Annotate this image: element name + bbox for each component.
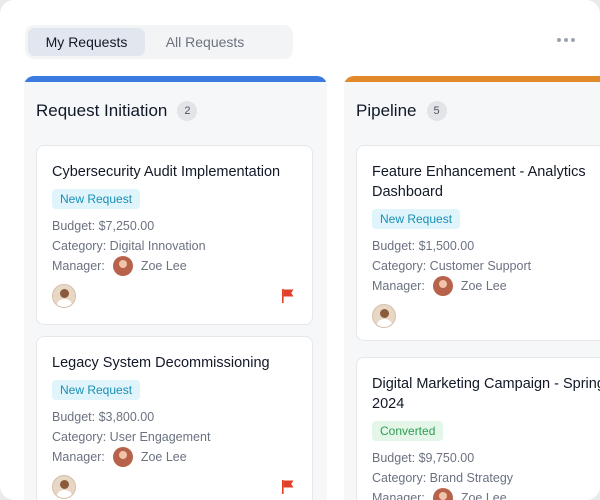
- card-footer: [52, 284, 297, 308]
- manager-label: Manager:: [372, 279, 425, 293]
- request-card[interactable]: Cybersecurity Audit Implementation New R…: [36, 145, 313, 325]
- request-card[interactable]: Digital Marketing Campaign - Spring 2024…: [356, 357, 600, 500]
- card-manager: Manager: Zoe Lee: [52, 256, 297, 276]
- request-card[interactable]: Legacy System Decommissioning New Reques…: [36, 336, 313, 500]
- manager-label: Manager:: [372, 491, 425, 500]
- flag-icon[interactable]: [281, 479, 295, 495]
- kanban-window: My Requests All Requests Request Initiat…: [0, 0, 600, 500]
- status-badge: New Request: [52, 189, 141, 209]
- card-manager: Manager: Zoe Lee: [372, 276, 600, 296]
- card-footer: [52, 475, 297, 499]
- manager-label: Manager:: [52, 259, 105, 273]
- column-accent-bar: [344, 76, 600, 82]
- card-title: Digital Marketing Campaign - Spring 2024: [372, 376, 600, 412]
- card-title: Legacy System Decommissioning: [52, 355, 270, 371]
- column-title: Request Initiation: [36, 101, 168, 120]
- column-count-badge: 5: [426, 101, 447, 121]
- card-manager: Manager: Zoe Lee: [372, 488, 600, 500]
- card-budget: Budget: $7,250.00: [52, 219, 155, 233]
- flag-icon[interactable]: [281, 288, 295, 304]
- card-title: Cybersecurity Audit Implementation: [52, 164, 281, 180]
- status-badge: New Request: [372, 209, 461, 229]
- card-manager: Manager: Zoe Lee: [52, 447, 297, 467]
- column-count-badge: 2: [177, 101, 198, 121]
- manager-label: Manager:: [52, 450, 105, 464]
- card-title: Feature Enhancement - Analytics Dashboar…: [372, 164, 586, 200]
- column-accent-bar: [24, 76, 327, 82]
- manager-avatar: [112, 256, 133, 276]
- card-category: Category: Customer Support: [372, 259, 532, 273]
- tab-my-requests[interactable]: My Requests: [28, 28, 145, 56]
- request-card[interactable]: Feature Enhancement - Analytics Dashboar…: [356, 145, 600, 341]
- card-category: Category: User Engagement: [52, 430, 211, 444]
- view-tabs: My Requests All Requests: [25, 25, 293, 59]
- card-budget: Budget: $1,500.00: [372, 239, 475, 253]
- card-category: Category: Brand Strategy: [372, 471, 514, 485]
- card-budget: Budget: $3,800.00: [52, 410, 155, 424]
- more-options-icon[interactable]: [557, 38, 575, 42]
- manager-name: Zoe Lee: [460, 279, 507, 293]
- status-badge: Converted: [372, 421, 444, 441]
- column-header: Pipeline 5: [356, 101, 447, 121]
- card-footer: [372, 304, 600, 328]
- tab-all-requests[interactable]: All Requests: [149, 28, 261, 56]
- card-budget: Budget: $9,750.00: [372, 451, 475, 465]
- manager-avatar: [112, 447, 133, 467]
- assignee-avatar[interactable]: [52, 475, 76, 499]
- manager-name: Zoe Lee: [140, 450, 187, 464]
- assignee-avatar[interactable]: [52, 284, 76, 308]
- column-request-initiation: Request Initiation 2 Cybersecurity Audit…: [24, 76, 327, 500]
- column-pipeline: Pipeline 5 Feature Enhancement - Analyti…: [344, 76, 600, 500]
- assignee-avatar[interactable]: [372, 304, 396, 328]
- card-category: Category: Digital Innovation: [52, 239, 206, 253]
- status-badge: New Request: [52, 380, 141, 400]
- manager-name: Zoe Lee: [460, 491, 507, 500]
- column-header: Request Initiation 2: [36, 101, 198, 121]
- manager-avatar: [432, 276, 453, 296]
- column-title: Pipeline: [356, 101, 417, 120]
- manager-name: Zoe Lee: [140, 259, 187, 273]
- manager-avatar: [432, 488, 453, 500]
